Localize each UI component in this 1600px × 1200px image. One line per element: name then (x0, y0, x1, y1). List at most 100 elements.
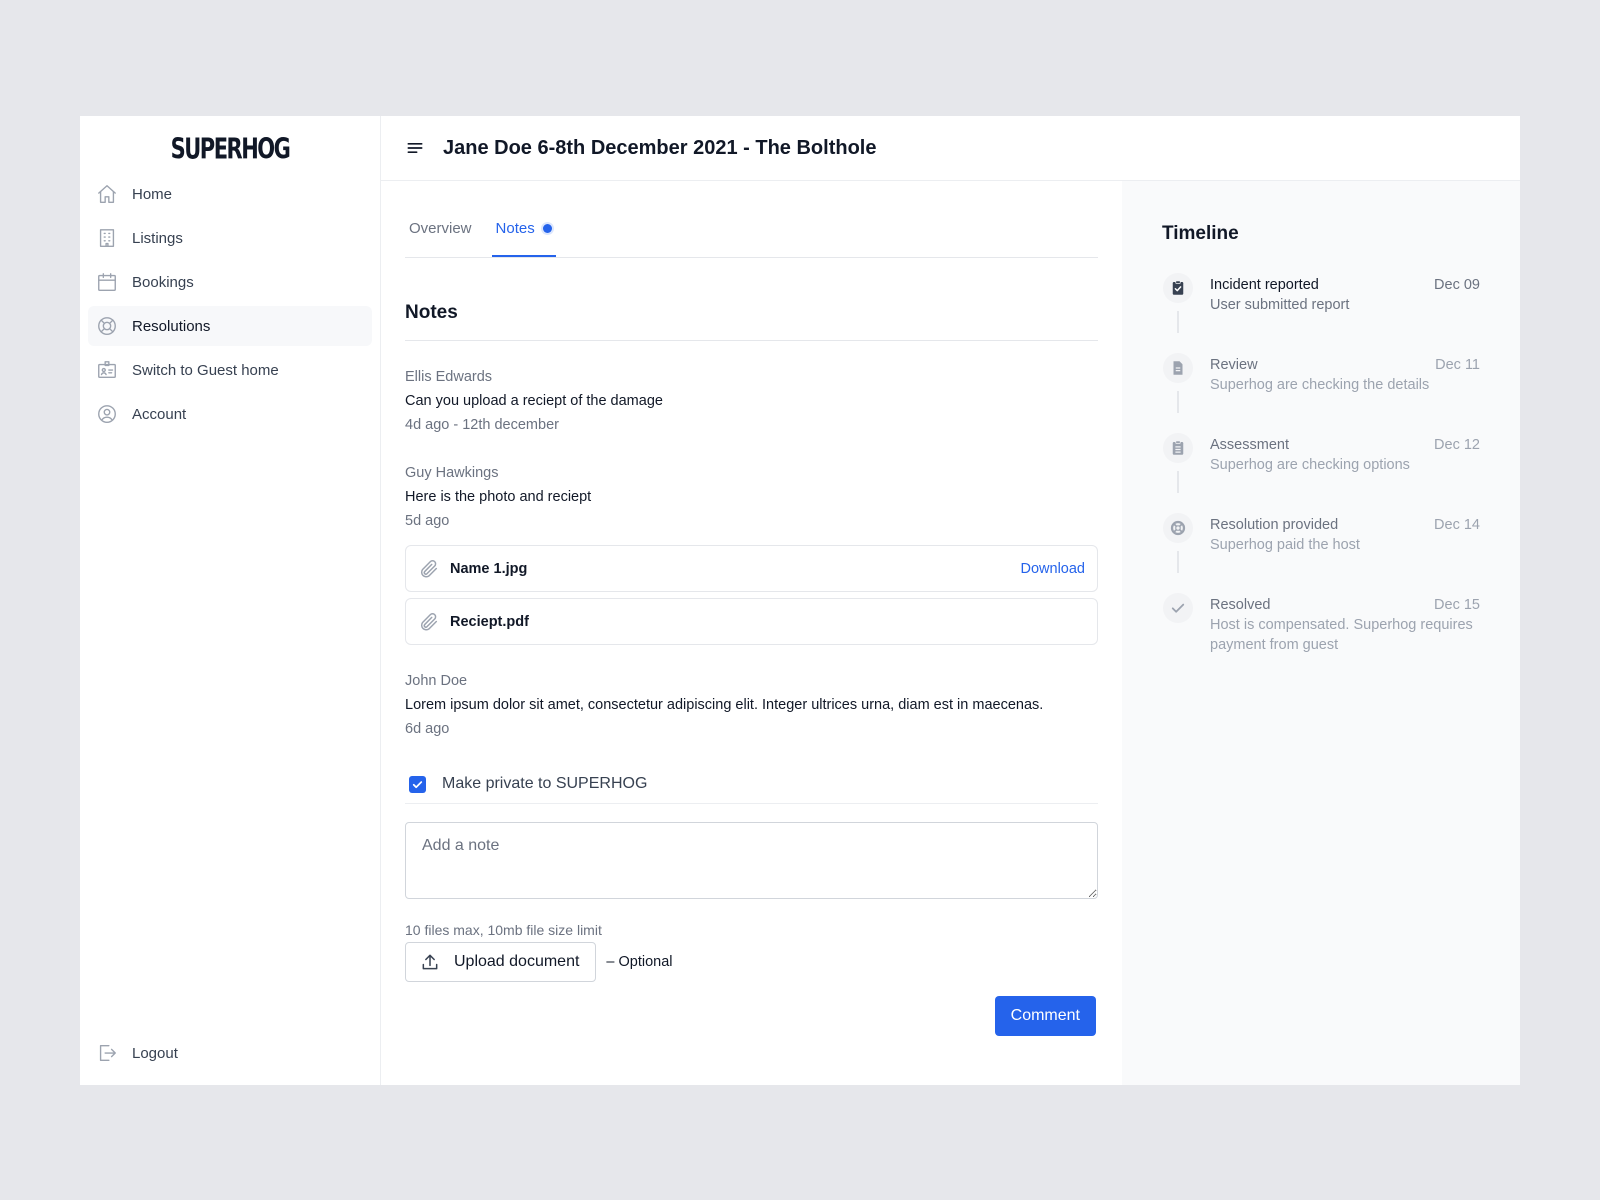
note-item: John Doe Lorem ipsum dolor sit amet, con… (405, 669, 1098, 741)
timeline-step-name: Assessment (1210, 437, 1289, 453)
sidebar-item-bookings[interactable]: Bookings (88, 262, 372, 302)
comment-button[interactable]: Comment (994, 996, 1096, 1036)
timeline-connector (1177, 391, 1179, 413)
timeline-step-desc: Superhog are checking the details (1210, 377, 1430, 393)
note-text: Lorem ipsum dolor sit amet, consectetur … (405, 697, 1044, 713)
sidebar: SUPERHOG Home Listings Bookings Resoluti… (80, 116, 381, 1085)
timeline-marker (1162, 513, 1194, 593)
logout-label: Logout (132, 1044, 178, 1062)
timeline-step-date: Dec 14 (1434, 517, 1480, 533)
timeline-body: Resolution provided Dec 14 Superhog paid… (1210, 513, 1480, 593)
timeline-step-date: Dec 15 (1434, 597, 1480, 613)
sidebar-item-label: Listings (132, 229, 183, 247)
upload-icon (422, 954, 438, 970)
upload-document-button[interactable]: Upload document (405, 942, 597, 982)
sidebar-nav: Home Listings Bookings Resolutions Switc… (80, 174, 380, 434)
home-icon (96, 183, 118, 205)
timeline-body: Review Dec 11 Superhog are checking the … (1210, 353, 1480, 433)
private-label: Make private to SUPERHOG (442, 775, 648, 792)
timeline-connector (1177, 311, 1179, 333)
attachment-name: Reciept.pdf (450, 613, 529, 630)
timeline-marker (1162, 273, 1194, 353)
attachment-item: Reciept.pdf (405, 598, 1098, 645)
lifebuoy-icon (96, 315, 118, 337)
timeline-connector (1177, 471, 1179, 493)
sidebar-item-label: Switch to Guest home (132, 361, 279, 379)
sidebar-item-account[interactable]: Account (88, 394, 372, 434)
app-window: SUPERHOG Home Listings Bookings Resoluti… (80, 116, 1520, 1085)
note-item: Guy Hawkings Here is the photo and recie… (405, 461, 1098, 533)
timeline-head: Review Dec 11 (1210, 355, 1480, 375)
logout-icon (96, 1042, 118, 1064)
tab-notes[interactable]: Notes (491, 220, 556, 257)
upload-button-label: Upload document (454, 953, 580, 970)
clipboard-list-icon (1163, 433, 1193, 463)
paperclip-icon (418, 558, 440, 580)
sidebar-item-label: Bookings (132, 273, 194, 291)
tab-bar: Overview Notes (405, 201, 1098, 258)
note-time: 6d ago (405, 721, 450, 737)
timeline-item: Resolution provided Dec 14 Superhog paid… (1162, 513, 1480, 593)
timeline-step-name: Resolution provided (1210, 517, 1339, 533)
timeline-body: Resolved Dec 15 Host is compensated. Sup… (1210, 593, 1480, 683)
sidebar-item-resolutions[interactable]: Resolutions (88, 306, 372, 346)
timeline-step-date: Dec 12 (1434, 437, 1480, 453)
lifebuoy-icon (1163, 513, 1193, 543)
timeline-item: Review Dec 11 Superhog are checking the … (1162, 353, 1480, 433)
timeline-step-name: Resolved (1210, 597, 1271, 613)
note-time: 4d ago - 12th december (405, 417, 559, 433)
sidebar-item-label: Home (132, 185, 173, 203)
notes-section-title: Notes (405, 302, 1098, 341)
page-title: Jane Doe 6-8th December 2021 - The Bolth… (443, 136, 877, 159)
clipboard-check-icon (1163, 273, 1193, 303)
timeline-step-name: Review (1210, 357, 1258, 373)
notes-content: Overview Notes Notes Ellis Edwards Can y… (381, 181, 1122, 1085)
timeline-step-desc: Superhog paid the host (1210, 537, 1360, 553)
id-card-icon (96, 359, 118, 381)
superhog-logo[interactable]: SUPERHOG (80, 129, 380, 170)
timeline-body: Assessment Dec 12 Superhog are checking … (1210, 433, 1480, 513)
timeline-connector (1177, 551, 1179, 573)
sidebar-item-listings[interactable]: Listings (88, 218, 372, 258)
timeline-marker (1162, 433, 1194, 513)
paperclip-icon (418, 611, 440, 633)
note-author: Guy Hawkings (405, 465, 499, 481)
timeline-item: Assessment Dec 12 Superhog are checking … (1162, 433, 1480, 513)
attachment-name: Name 1.jpg (450, 560, 528, 577)
top-bar: Jane Doe 6-8th December 2021 - The Bolth… (381, 116, 1520, 181)
timeline-panel: Timeline Incident reported Dec 09 User s… (1122, 181, 1520, 1085)
timeline-head: Resolved Dec 15 (1210, 595, 1480, 615)
menu-icon[interactable] (405, 137, 427, 159)
notification-dot-icon (542, 224, 552, 233)
note-text: Here is the photo and reciept (405, 489, 592, 505)
timeline-item: Resolved Dec 15 Host is compensated. Sup… (1162, 593, 1480, 683)
timeline-marker (1162, 593, 1194, 683)
optional-label: – Optional (606, 954, 673, 970)
note-text: Can you upload a reciept of the damage (405, 393, 663, 409)
attachment-item: Name 1.jpg Download (405, 545, 1098, 592)
sidebar-item-home[interactable]: Home (88, 174, 372, 214)
logout-button[interactable]: Logout (88, 1033, 372, 1073)
timeline-head: Resolution provided Dec 14 (1210, 515, 1480, 535)
timeline-step-desc: Host is compensated. Superhog requires p… (1210, 617, 1473, 653)
tab-label: Overview (409, 220, 472, 237)
timeline-head: Assessment Dec 12 (1210, 435, 1480, 455)
calendar-icon (96, 271, 118, 293)
note-time: 5d ago (405, 513, 450, 529)
private-checkbox[interactable] (409, 775, 426, 793)
private-toggle-row: Make private to SUPERHOG (405, 775, 1098, 804)
document-icon (1163, 353, 1193, 383)
main-area: Jane Doe 6-8th December 2021 - The Bolth… (381, 116, 1520, 1085)
sidebar-item-switch-guest-home[interactable]: Switch to Guest home (88, 350, 372, 390)
add-note-input[interactable] (405, 822, 1098, 899)
tab-overview[interactable]: Overview (405, 220, 476, 257)
timeline-marker (1162, 353, 1194, 433)
user-circle-icon (96, 403, 118, 425)
timeline-title: Timeline (1162, 223, 1239, 244)
check-icon (412, 780, 423, 788)
timeline-head: Incident reported Dec 09 (1210, 275, 1480, 295)
timeline-body: Incident reported Dec 09 User submitted … (1210, 273, 1480, 353)
download-link[interactable]: Download (1021, 561, 1086, 577)
sidebar-item-label: Account (132, 405, 187, 423)
body-row: Overview Notes Notes Ellis Edwards Can y… (381, 181, 1520, 1085)
